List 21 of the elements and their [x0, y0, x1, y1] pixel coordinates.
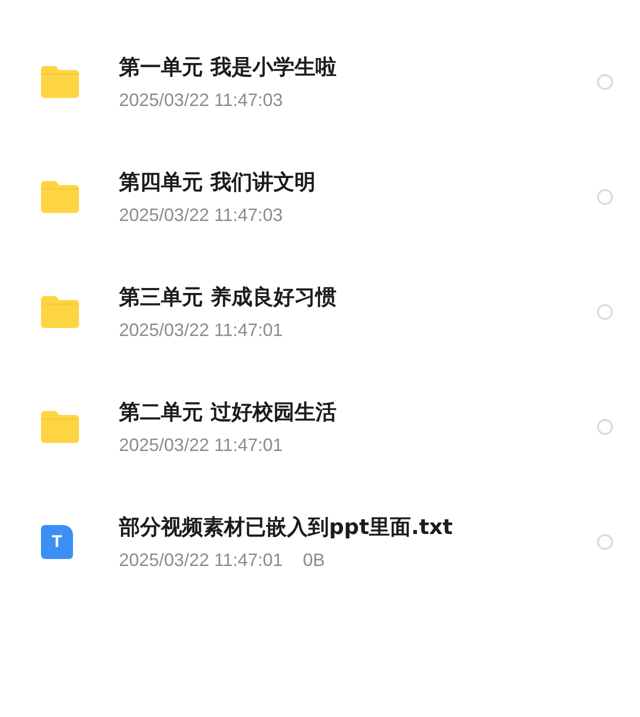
- select-checkbox[interactable]: [597, 534, 613, 550]
- file-date: 2025/03/22 11:47:01: [119, 434, 283, 456]
- file-name[interactable]: 第四单元 我们讲文明: [119, 168, 597, 196]
- file-name[interactable]: 第三单元 养成良好习惯: [119, 282, 597, 310]
- file-name[interactable]: 第二单元 过好校园生活: [119, 398, 597, 426]
- text-file-icon: T: [41, 524, 73, 558]
- file-size: 0B: [302, 550, 325, 570]
- select-checkbox[interactable]: [597, 188, 613, 204]
- select-checkbox[interactable]: [597, 304, 613, 320]
- file-date: 2025/03/22 11:47:03: [119, 204, 283, 226]
- file-date: 2025/03/22 11:47:03: [119, 90, 283, 110]
- file-name[interactable]: 部分视频素材已嵌入到ppt里面.txt: [119, 512, 597, 540]
- file-name[interactable]: 第一单元 我是小学生啦: [119, 52, 597, 80]
- folder-icon: [41, 410, 79, 442]
- folder-icon: [41, 180, 79, 212]
- file-date: 2025/03/22 11:47:01: [119, 320, 283, 340]
- folder-icon: [41, 66, 79, 98]
- folder-icon: [41, 296, 79, 328]
- select-checkbox[interactable]: [597, 74, 613, 90]
- file-date: 2025/03/22 11:47:01: [119, 550, 283, 570]
- select-checkbox[interactable]: [597, 418, 613, 434]
